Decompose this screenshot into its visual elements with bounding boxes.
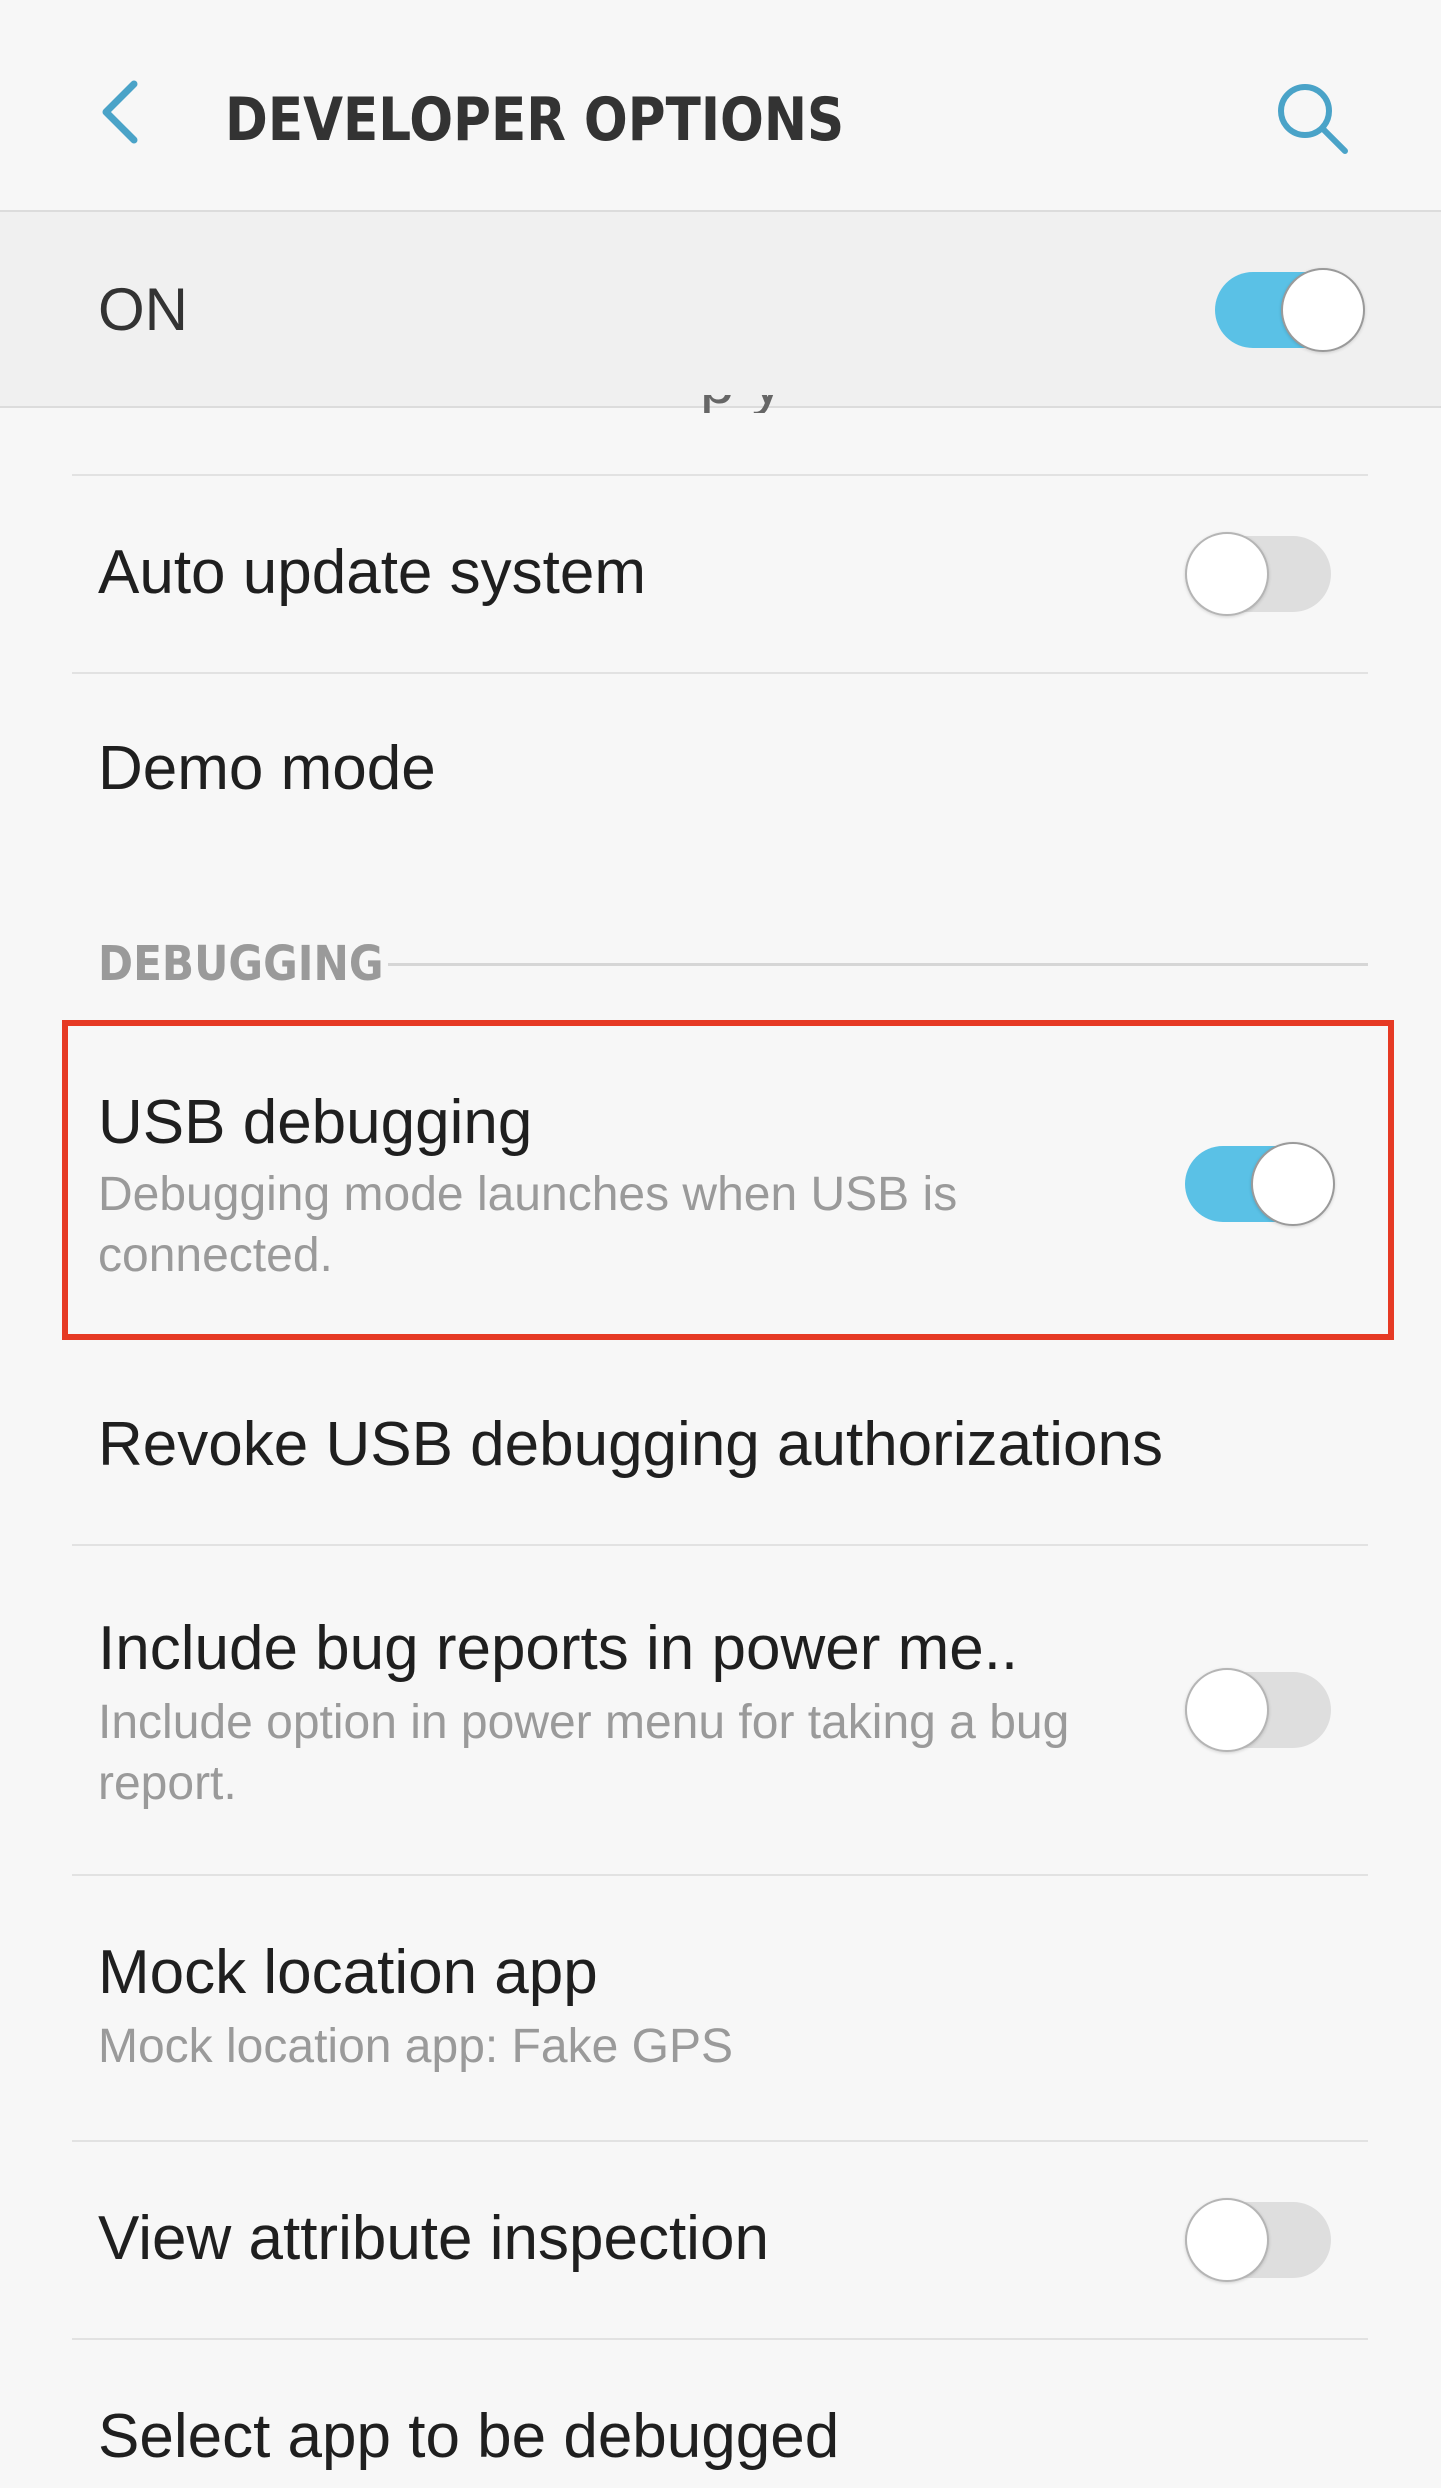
list-item-title: Auto update system — [98, 538, 646, 607]
list-item-revoke-usb-authorizations[interactable]: Revoke USB debugging authorizations — [0, 1346, 1441, 1542]
toggle-thumb — [1281, 268, 1365, 352]
list-item-title: Revoke USB debugging authorizations — [98, 1410, 1164, 1479]
section-divider — [388, 963, 1368, 966]
list-item-mock-location-app[interactable]: Mock location app Mock location app: Fak… — [0, 1876, 1441, 2140]
list-item-title: View attribute inspection — [98, 2204, 769, 2273]
view-attribute-inspection-toggle[interactable] — [1185, 2198, 1335, 2282]
toggle-thumb — [1185, 1668, 1269, 1752]
list-item-select-debug-app[interactable]: Select app to be debugged — [0, 2340, 1441, 2488]
clipped-row-label: p y — [700, 395, 783, 413]
list-item-title: Mock location app — [98, 1938, 598, 2007]
page-title: DEVELOPER OPTIONS — [225, 85, 845, 155]
bug-reports-toggle[interactable] — [1185, 1668, 1335, 1752]
back-button[interactable] — [70, 62, 170, 162]
list-item-subtitle: Include option in power menu for taking … — [98, 1696, 1070, 1810]
toggle-thumb — [1185, 2198, 1269, 2282]
list-item-view-attribute-inspection[interactable]: View attribute inspection — [0, 2142, 1441, 2338]
chevron-left-icon — [102, 80, 138, 144]
master-switch-label: ON — [98, 276, 188, 343]
list-item-auto-update-system[interactable]: Auto update system — [0, 476, 1441, 672]
list-item-title: Select app to be debugged — [98, 2402, 840, 2471]
list-item-bug-reports-power-menu[interactable]: Include bug reports in power me.. Includ… — [0, 1546, 1441, 1874]
list-item-subtitle: Mock location app: Fake GPS — [98, 2020, 733, 2073]
toggle-thumb — [1185, 532, 1269, 616]
search-icon — [1278, 84, 1348, 154]
section-header-debugging: DEBUGGING — [98, 936, 384, 992]
list-item-demo-mode[interactable]: Demo mode — [0, 674, 1441, 870]
clipped-row-text: p y — [700, 395, 940, 413]
list-item-title: Include bug reports in power me.. — [98, 1614, 1019, 1683]
master-toggle[interactable] — [1215, 268, 1365, 352]
search-button[interactable] — [1262, 68, 1362, 168]
app-bar: DEVELOPER OPTIONS — [0, 0, 1441, 212]
list-item-title: Demo mode — [98, 734, 436, 803]
highlight-box — [62, 1020, 1394, 1340]
auto-update-toggle[interactable] — [1185, 532, 1335, 616]
master-switch-row[interactable]: ON — [0, 212, 1441, 408]
